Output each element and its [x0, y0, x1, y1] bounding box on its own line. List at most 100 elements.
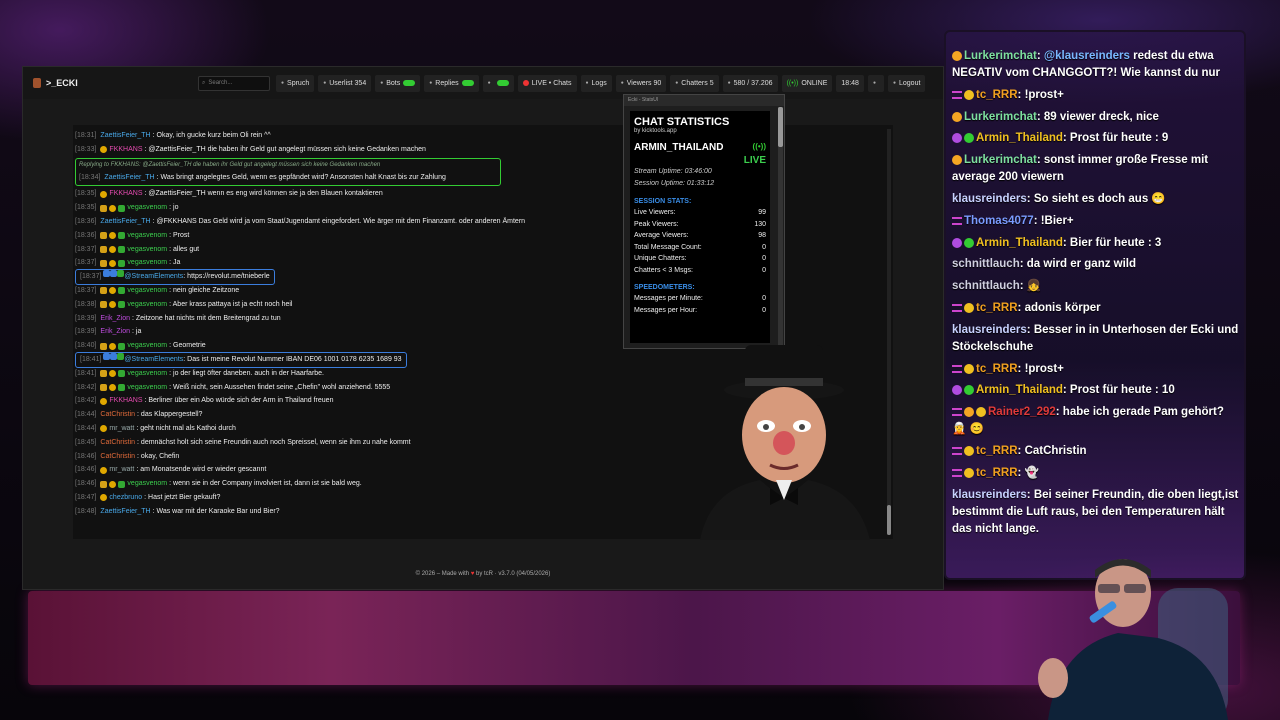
message-text: : Geometrie: [169, 342, 206, 350]
bot-badge-icon: [110, 270, 118, 278]
crown-badge-icon: [964, 89, 974, 100]
overlay-message-text: :: [1036, 50, 1044, 62]
chat-scrollbar[interactable]: [887, 129, 891, 535]
message-username[interactable]: @StreamElements: [124, 353, 183, 367]
message-username[interactable]: Erik_Zion: [100, 325, 130, 339]
nav-item-7[interactable]: ● Viewers 90: [615, 74, 667, 92]
stat-row: Average Viewers: 98: [634, 230, 766, 242]
message-username[interactable]: vegasvenom: [127, 298, 167, 312]
moderator-badge-icon: [118, 370, 126, 378]
message-username[interactable]: vegasvenom: [127, 243, 167, 257]
message-text: : @FKKHANS Das Geld wird ja vom Staat/Ju…: [152, 217, 526, 225]
nav-item-6[interactable]: ● Logs: [580, 74, 612, 92]
stat-row: Unique Chatters: 0: [634, 253, 766, 265]
subscriber-badge-icon: [109, 480, 117, 488]
message-username[interactable]: FKKHANS: [109, 187, 142, 201]
nav-item-2[interactable]: ● Bots: [375, 74, 421, 92]
search-input[interactable]: ⌕ Search...: [198, 75, 270, 91]
menu-bars-icon: [952, 364, 962, 373]
chat-message: [18:40] vegasvenom: Geometrie: [75, 339, 615, 353]
subscriber-badge-icon: [109, 342, 117, 350]
overlay-chat-message: tc_RRR: adonis körper: [952, 300, 1240, 317]
warn-badge-icon: [952, 111, 962, 122]
message-username[interactable]: vegasvenom: [127, 256, 167, 270]
toggle-switch[interactable]: [403, 80, 416, 86]
message-username[interactable]: CatChristin: [100, 408, 135, 422]
stats-scroll-thumb[interactable]: [778, 107, 783, 147]
overlay-chat-message: tc_RRR: !prost+: [952, 87, 1240, 104]
message-username[interactable]: @StreamElements: [124, 270, 183, 284]
mic-badge-icon: [952, 385, 962, 396]
message-username[interactable]: vegasvenom: [127, 367, 167, 381]
nav-item-5[interactable]: LIVE • Chats: [517, 74, 577, 92]
stats-titlebar[interactable]: Ecki - StatsUl: [624, 95, 784, 106]
message-username[interactable]: vegasvenom: [127, 201, 167, 215]
message-username[interactable]: vegasvenom: [127, 477, 167, 491]
chat-message: [18:47] chezbruno: Hast jetzt Bier gekauf…: [75, 491, 615, 505]
scrollbar-thumb[interactable]: [887, 505, 891, 535]
message-username[interactable]: ZaettisFeier_TH: [100, 215, 150, 229]
message-timestamp: [18:31]: [75, 132, 97, 139]
overlay-message-text: : So sieht es doch aus 😁: [1026, 192, 1166, 205]
message-username[interactable]: vegasvenom: [127, 381, 167, 395]
overlay-username: klausreinders: [952, 323, 1027, 336]
nav-item-10[interactable]: ((•)) ONLINE: [781, 74, 833, 92]
crown-badge-icon: [976, 407, 986, 418]
overlay-message-text: : da wird er ganz wild: [1019, 258, 1137, 271]
nav-item-12[interactable]: ●: [867, 74, 884, 92]
message-username[interactable]: CatChristin: [100, 450, 135, 464]
menu-bars-icon: [952, 303, 962, 312]
menu-bars-icon: [952, 216, 962, 225]
message-username[interactable]: chezbruno: [109, 491, 142, 505]
nav-item-0[interactable]: ● Spruch: [276, 74, 315, 92]
menu-bars-icon: [952, 408, 962, 417]
message-username[interactable]: ZaettisFeier_TH: [104, 171, 154, 185]
message-username[interactable]: FKKHANS: [109, 394, 142, 408]
stat-row: Chatters < 3 Msgs: 0: [634, 265, 766, 277]
overlay-mention: @klausreinders: [1043, 50, 1130, 62]
chat-message: [18:44] CatChristin: das Klappergestell?: [75, 408, 615, 422]
message-username[interactable]: CatChristin: [100, 436, 135, 450]
stat-value: 130: [754, 220, 766, 228]
overlay-chat-message: Thomas4077: !Bier+: [952, 213, 1240, 230]
nav-item-11[interactable]: 18:48: [836, 74, 864, 92]
chat-message: [18:31] ZaettisFeier_TH: Okay, ich gucke …: [75, 129, 615, 143]
nav-item-9[interactable]: ● 580 / 37.206: [722, 74, 778, 92]
speedometers-heading: SPEEDOMETERS:: [634, 284, 695, 291]
highlighted-message: [18:41] @StreamElements: Das ist meine Re…: [75, 351, 407, 368]
search-placeholder: Search...: [208, 80, 233, 86]
message-username[interactable]: ZaettisFeier_TH: [100, 505, 150, 519]
nav-item-3[interactable]: ● Replies: [424, 74, 479, 92]
stat-label: Chatters < 3 Msgs:: [634, 266, 693, 274]
nav-item-4[interactable]: ●: [482, 74, 514, 92]
toggle-switch[interactable]: [461, 80, 474, 86]
message-text: : okay, Chefin: [137, 452, 180, 460]
message-username[interactable]: mr_watt: [109, 422, 134, 436]
chat-message: [18:37] vegasvenom: Ja: [75, 256, 615, 270]
nav-item-1[interactable]: ● Userlist 354: [318, 74, 372, 92]
brand[interactable]: >_ECKI: [33, 78, 198, 88]
nav-item-13[interactable]: ● Logout: [887, 74, 926, 92]
stats-scrollbar[interactable]: [778, 107, 783, 345]
message-timestamp: [18:46]: [75, 480, 97, 488]
chat-message: [18:37] vegasvenom: alles gut: [75, 243, 615, 257]
chat-messages: [18:31] ZaettisFeier_TH: Okay, ich gucke …: [75, 129, 615, 519]
message-username[interactable]: FKKHANS: [109, 143, 142, 157]
chat-message: [18:42] FKKHANS: Berliner über ein Abo wü…: [75, 394, 615, 408]
chat-message: [18:48] ZaettisFeier_TH: Was war mit der …: [75, 505, 615, 519]
moderator-badge-icon: [118, 480, 126, 488]
message-username[interactable]: mr_watt: [109, 463, 134, 477]
message-username[interactable]: ZaettisFeier_TH: [100, 129, 150, 143]
nav-item-8[interactable]: ● Chatters 5: [670, 74, 719, 92]
message-text: : Weiß nicht, sein Aussehen findet seine…: [169, 383, 391, 391]
webcam-streamer: [1038, 559, 1228, 720]
toggle-switch[interactable]: [496, 80, 509, 86]
message-username[interactable]: vegasvenom: [127, 284, 167, 298]
moderator-badge-icon: [117, 270, 125, 278]
message-username[interactable]: Erik_Zion: [100, 312, 130, 326]
message-username[interactable]: vegasvenom: [127, 229, 167, 243]
stat-value: 99: [758, 209, 766, 216]
stats-user-row: ARMIN_THAILAND ((•)): [634, 142, 766, 153]
message-username[interactable]: vegasvenom: [127, 339, 167, 353]
nav-item-label: 580 / 37.206: [733, 79, 773, 87]
